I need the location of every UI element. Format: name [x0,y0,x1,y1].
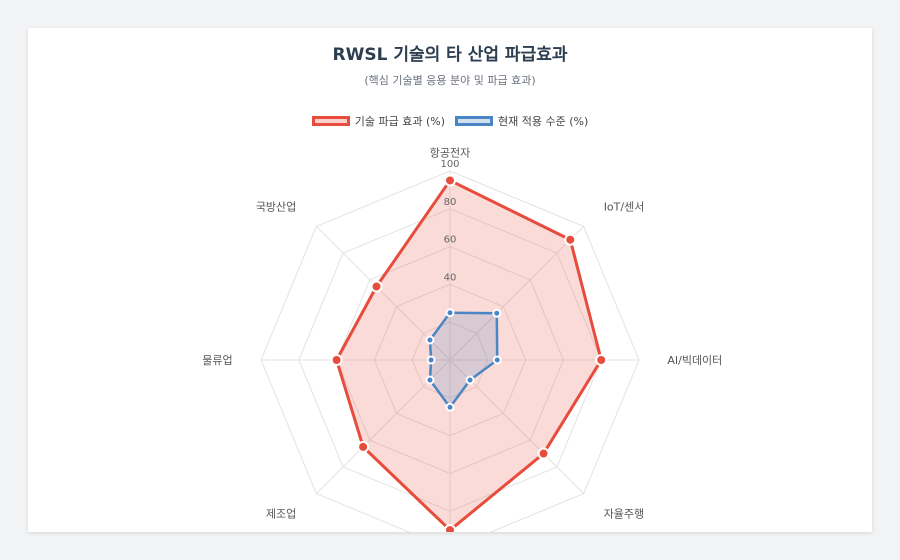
tick-label: 80 [444,197,457,208]
axis-label: 항공전자 [430,147,470,160]
impact-point [595,354,608,366]
tick-label: 60 [444,235,457,246]
axis-label: 자율주행 [604,508,644,521]
impact-point [330,354,343,366]
axis-label: 국방산업 [256,200,296,213]
current-point [445,308,455,318]
impact-point [564,233,577,246]
impact-point [444,524,456,532]
current-point [426,355,436,365]
current-point [425,375,435,385]
axis-label: 물류업 [202,354,232,367]
current-point [492,355,502,365]
current-point [445,402,455,412]
impact-point [370,280,383,293]
impact-point [357,440,370,453]
current-point [465,375,475,385]
impact-point [444,174,456,187]
impact-point [537,447,550,460]
tick-label: 100 [440,159,459,170]
chart-card: RWSL 기술의 타 산업 파급효과 (핵심 기술별 응용 분야 및 파급 효과… [28,28,872,532]
current-point [425,335,435,345]
axis-label: 제조업 [266,508,296,521]
current-point [492,308,502,318]
radar-chart: 40 60 80 100항공전자 IoT/센서 AI/빅데이터자율주행 제조업 물류업 국방산업 [202,147,722,532]
axis-label: IoT/센서 [604,200,645,213]
axis-label: AI/빅데이터 [667,354,722,367]
tick-label: 40 [444,272,457,283]
